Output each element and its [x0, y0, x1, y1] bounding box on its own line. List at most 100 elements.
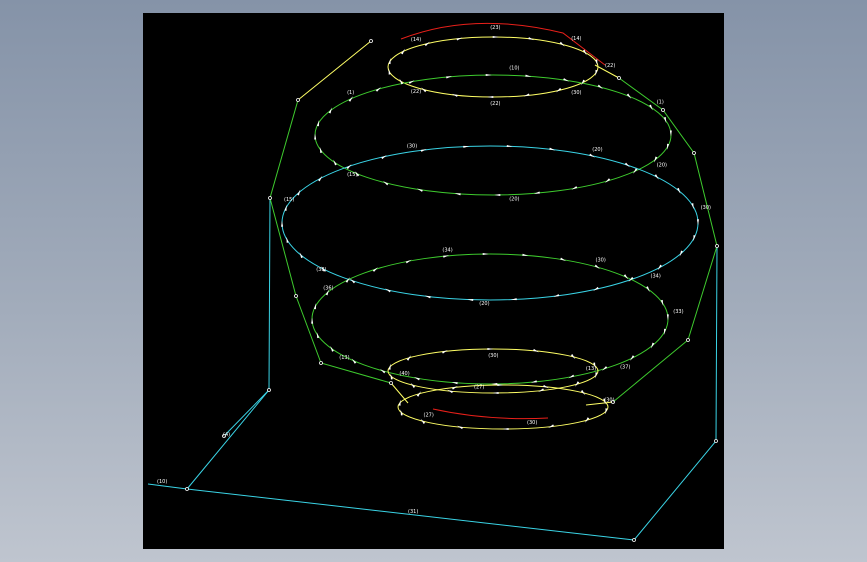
- dimension-label: (38): [316, 267, 326, 273]
- cad-viewport[interactable]: (14) (23) (14) (22) (30) (22) (22) (1) (10) (1) (2…: [143, 13, 724, 549]
- dimension-label: (14): [411, 37, 421, 43]
- dimension-label: (30): [596, 258, 606, 264]
- vertex: [296, 98, 300, 102]
- arrow-marker: [375, 87, 381, 92]
- arrow-marker: [650, 342, 655, 349]
- arrow-marker: [602, 366, 608, 371]
- ring-upper: [314, 74, 672, 196]
- vertex: [268, 196, 272, 200]
- dimension-label: (34): [442, 247, 452, 253]
- arrow-marker: [626, 93, 632, 99]
- base-frame: [147, 197, 718, 541]
- arrow-marker: [696, 219, 699, 226]
- vertex: [714, 439, 718, 443]
- dimension-label: (34): [651, 273, 661, 279]
- arrow-marker: [400, 48, 405, 55]
- profile-right: [585, 64, 718, 406]
- dimension-label: (33): [673, 309, 683, 315]
- dimension-label: (13): [586, 366, 596, 372]
- dimension-label: (27): [474, 385, 484, 391]
- vertex: [369, 39, 373, 43]
- arrow-marker: [299, 252, 303, 259]
- wireframe-drawing: (14) (23) (14) (22) (30) (22) (22) (1) (10) (1) (2…: [147, 22, 719, 542]
- arrow-marker: [632, 168, 638, 174]
- arrow-marker: [318, 175, 323, 182]
- arrow-markers: [281, 35, 699, 430]
- dimension-label: (22): [490, 101, 500, 107]
- arrow-marker: [281, 220, 284, 227]
- dimension-label: (23): [490, 25, 500, 31]
- ring-lower: [311, 253, 669, 385]
- dimension-label: (31): [408, 509, 418, 515]
- dimension-label: (1): [347, 90, 354, 96]
- vertex: [686, 338, 690, 342]
- vertex: [661, 108, 665, 112]
- arrow-marker: [482, 253, 489, 256]
- arrow-marker: [666, 314, 669, 321]
- arrow-marker: [328, 107, 333, 114]
- dimension-label: (40): [399, 371, 409, 377]
- ring-bottom-red-arc: [432, 408, 549, 420]
- base-edge-stub: [223, 389, 270, 437]
- arrow-marker: [348, 96, 354, 102]
- arrow-marker: [492, 391, 499, 394]
- ring-top-red-arc: [400, 22, 606, 66]
- arrow-marker: [595, 372, 598, 379]
- arrow-marker: [333, 159, 337, 166]
- arrow-marker: [388, 363, 391, 370]
- arrow-marker: [297, 189, 301, 196]
- arrow-marker: [398, 399, 401, 406]
- vertex: [389, 381, 393, 385]
- base-edge-right: [633, 245, 718, 541]
- dimension-label: (13): [339, 355, 349, 361]
- dimension-label: (22): [605, 63, 615, 69]
- arrow-marker: [605, 408, 608, 415]
- arrow-marker: [380, 368, 386, 374]
- latitude-rings: [281, 22, 699, 430]
- dimension-label: (27): [424, 412, 434, 418]
- arrow-marker: [605, 178, 611, 183]
- dimension-label: (10): [509, 65, 519, 71]
- arrow-marker: [502, 427, 509, 430]
- arrow-marker: [654, 174, 659, 180]
- arrow-marker: [624, 162, 630, 168]
- vertex-nodes: [185, 39, 719, 542]
- arrow-marker: [657, 264, 662, 271]
- arrow-marker: [390, 373, 393, 380]
- dimension-label: (15): [284, 197, 294, 203]
- arrow-marker: [629, 355, 635, 361]
- arrow-marker: [677, 187, 681, 194]
- arrow-marker: [679, 250, 683, 257]
- arrow-marker: [314, 133, 317, 140]
- dimension-label: (20): [509, 197, 519, 203]
- dimension-label: (37): [620, 365, 630, 371]
- dimension-label: (14): [571, 36, 581, 42]
- vertex: [185, 487, 189, 491]
- vertex: [319, 361, 323, 365]
- arrow-marker: [400, 409, 403, 416]
- arrow-marker: [669, 130, 672, 137]
- dimension-label: (20): [479, 301, 489, 307]
- arrow-marker: [494, 193, 501, 196]
- arrow-marker: [485, 74, 492, 77]
- dimension-label: (1): [657, 100, 664, 106]
- ring-bottom-cap: [397, 384, 609, 430]
- arrow-marker: [594, 264, 600, 270]
- arrow-marker: [311, 317, 314, 324]
- dimension-label: (30): [571, 90, 581, 96]
- dimension-labels: (14) (23) (14) (22) (30) (22) (22) (1) (10) (1) (2…: [157, 25, 711, 515]
- vertex: [632, 538, 636, 542]
- base-edge-left: [147, 483, 635, 541]
- vertex: [715, 244, 719, 248]
- dimension-label: (10): [157, 479, 167, 485]
- arrow-marker: [492, 35, 499, 38]
- vertex: [617, 76, 621, 80]
- vertex: [267, 388, 271, 392]
- vertex: [692, 151, 696, 155]
- dimension-label: (22): [411, 89, 421, 95]
- arrow-marker: [649, 104, 653, 111]
- dimension-label: (30): [488, 353, 498, 359]
- arrow-marker: [330, 345, 334, 352]
- dimension-label: (4): [223, 432, 230, 438]
- arrow-marker: [351, 358, 357, 364]
